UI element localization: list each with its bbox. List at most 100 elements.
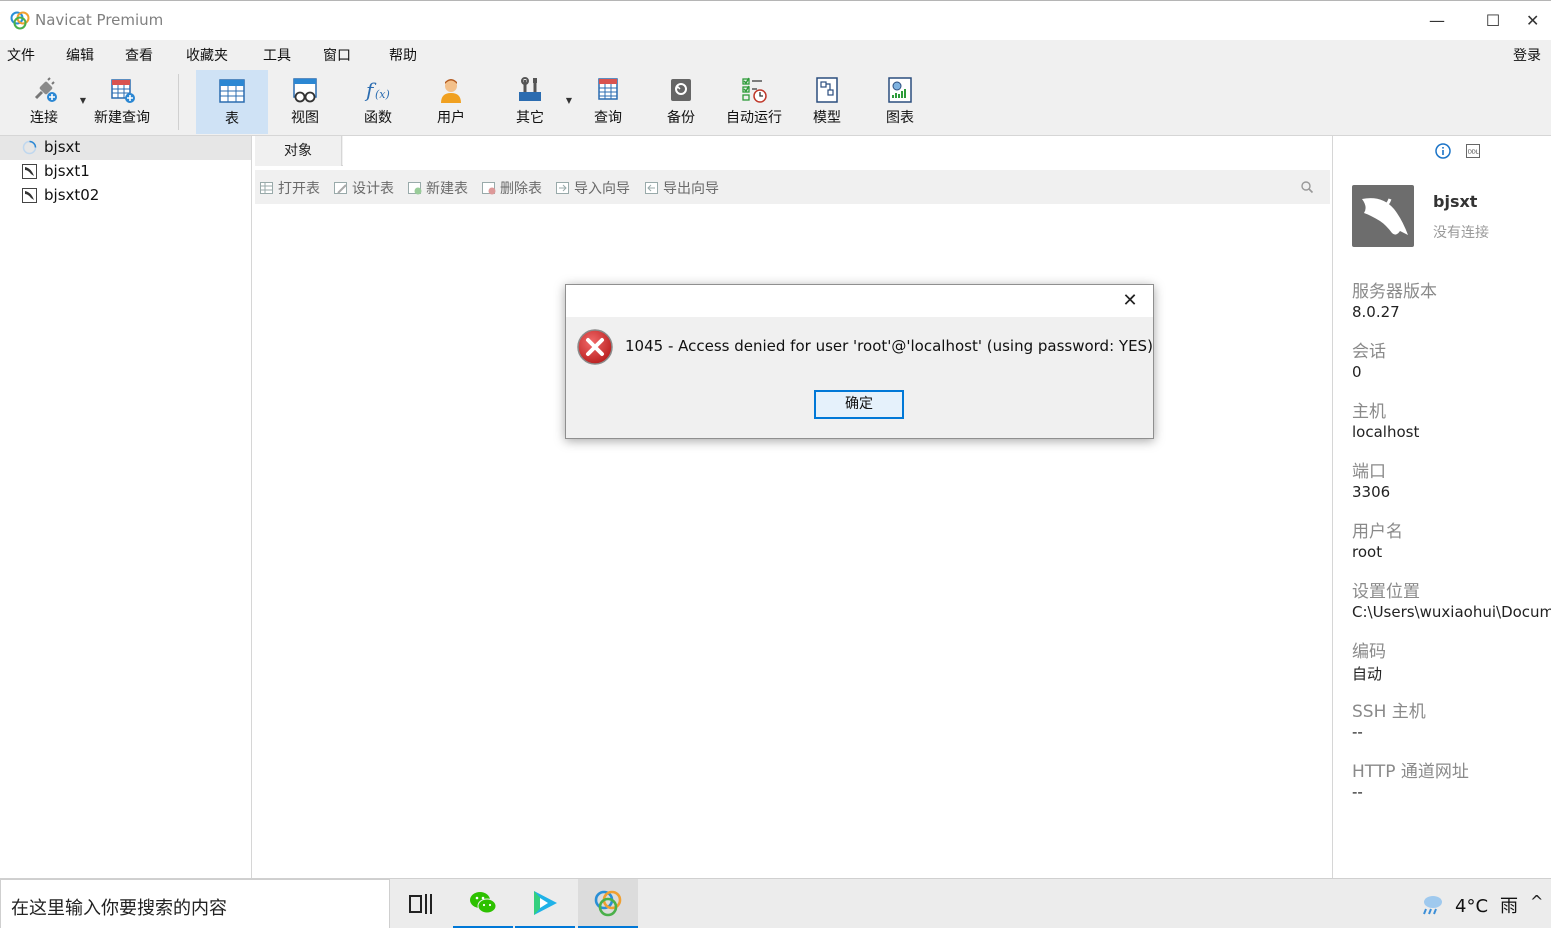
table-label: 表 — [225, 111, 239, 127]
info-field-key: SSH 主机 — [1352, 702, 1426, 722]
user-label: 用户 — [437, 110, 465, 126]
table-button[interactable]: 表 — [196, 70, 268, 134]
info-field-port: 端口 3306 — [1352, 457, 1551, 501]
export-wizard-button[interactable]: 导出向导 — [645, 178, 719, 198]
menu-window[interactable]: 窗口 — [323, 45, 351, 65]
menu-view[interactable]: 查看 — [125, 45, 153, 65]
tab-objects[interactable]: 对象 — [255, 136, 342, 166]
rain-cloud-icon[interactable] — [1419, 892, 1445, 918]
function-fx-icon: f (x) — [364, 78, 390, 102]
export-icon — [645, 182, 658, 194]
window-title: Navicat Premium — [35, 11, 164, 29]
tree-item-bjsxt[interactable]: bjsxt — [0, 136, 251, 160]
weather-temperature: 4°C — [1455, 896, 1489, 917]
ok-button[interactable]: 确定 — [814, 390, 904, 419]
open-table-icon — [260, 182, 273, 194]
close-window-button[interactable]: ✕ — [1526, 7, 1551, 35]
minimize-button[interactable]: — — [1414, 7, 1460, 35]
taskbar-app-wechat[interactable] — [453, 879, 513, 928]
backup-button[interactable]: 备份 — [651, 70, 711, 134]
new-query-label: 新建查询 — [94, 110, 150, 126]
menu-file[interactable]: 文件 — [7, 45, 35, 65]
user-button[interactable]: 用户 — [421, 70, 481, 134]
info-field-http-tunnel-url: HTTP 通道网址 -- — [1352, 757, 1551, 801]
taskbar-search-box[interactable]: 在这里输入你要搜索的内容 — [0, 879, 390, 928]
design-table-icon — [334, 182, 347, 194]
import-wizard-button[interactable]: 导入向导 — [556, 178, 630, 198]
automation-checklist-icon — [742, 77, 767, 103]
menu-tools[interactable]: 工具 — [263, 45, 291, 65]
tree-item-bjsxt1[interactable]: bjsxt1 — [0, 160, 251, 184]
automation-label: 自动运行 — [726, 110, 782, 126]
info-field-username: 用户名 root — [1352, 517, 1551, 561]
new-query-button[interactable]: 新建查询 — [88, 70, 156, 134]
window-titlebar: Navicat Premium — ☐ ✕ — [0, 0, 1551, 40]
weather-widget[interactable]: 4°C 雨 — [1455, 892, 1518, 918]
chevron-down-icon[interactable]: ▼ — [80, 96, 86, 105]
function-button[interactable]: f (x) 函数 — [348, 70, 408, 134]
show-hidden-icons-button[interactable]: ^ — [1530, 892, 1543, 911]
info-icon[interactable] — [1435, 143, 1451, 159]
info-field-key: 会话 — [1352, 342, 1386, 362]
taskbar-app-video-player[interactable] — [515, 879, 575, 928]
menu-help[interactable]: 帮助 — [389, 45, 417, 65]
tools-icon — [519, 77, 541, 101]
delete-table-icon — [482, 182, 496, 195]
other-button[interactable]: 其它 ▼ — [500, 70, 572, 134]
info-field-value: localhost — [1352, 423, 1420, 441]
info-field-value: 8.0.27 — [1352, 303, 1400, 321]
search-icon[interactable] — [1300, 180, 1314, 194]
menu-edit[interactable]: 编辑 — [66, 45, 94, 65]
login-link[interactable]: 登录 — [1513, 45, 1541, 65]
other-label: 其它 — [516, 110, 544, 126]
connect-label: 连接 — [30, 110, 58, 126]
design-table-button[interactable]: 设计表 — [334, 178, 394, 198]
tree-item-bjsxt02[interactable]: bjsxt02 — [0, 184, 251, 208]
dialog-close-button[interactable]: ✕ — [1119, 291, 1141, 313]
view-button[interactable]: 视图 — [275, 70, 335, 134]
info-field-key: 设置位置 — [1352, 582, 1420, 602]
model-button[interactable]: 模型 — [797, 70, 857, 134]
connection-name: bjsxt — [1433, 192, 1478, 211]
taskbar-app-navicat[interactable] — [578, 879, 638, 928]
info-field-value: root — [1352, 543, 1383, 561]
windows-taskbar: 在这里输入你要搜索的内容 4°C 雨 ^ — [0, 878, 1551, 928]
table-icon — [219, 79, 245, 103]
model-label: 模型 — [813, 110, 841, 126]
info-field-settings-location: 设置位置 C:\Users\wuxiaohui\Docume — [1352, 577, 1551, 621]
tab-bar: 对象 — [255, 136, 1330, 166]
connection-status: 没有连接 — [1433, 225, 1489, 241]
model-icon — [816, 77, 838, 103]
menu-bar: 文件 编辑 查看 收藏夹 工具 窗口 帮助 登录 — [0, 40, 1551, 68]
open-table-button[interactable]: 打开表 — [260, 178, 320, 198]
connect-button[interactable]: 连接 ▼ — [14, 70, 86, 134]
tree-item-label: bjsxt1 — [44, 162, 90, 180]
new-table-button[interactable]: 新建表 — [408, 178, 468, 198]
export-wizard-label: 导出向导 — [663, 181, 719, 197]
task-view-icon[interactable] — [405, 891, 435, 917]
backup-icon — [671, 79, 691, 101]
query-button[interactable]: 查询 — [578, 70, 638, 134]
chart-button[interactable]: 图表 — [870, 70, 930, 134]
info-field-value: -- — [1352, 723, 1363, 741]
menu-favorites[interactable]: 收藏夹 — [186, 45, 228, 65]
chart-label: 图表 — [886, 110, 914, 126]
info-field-value: C:\Users\wuxiaohui\Docume — [1352, 603, 1551, 621]
delete-table-label: 删除表 — [500, 181, 542, 197]
info-field-value: 0 — [1352, 363, 1362, 381]
navicat-logo-icon — [10, 11, 30, 30]
chevron-down-icon[interactable]: ▼ — [566, 96, 572, 105]
info-field-host: 主机 localhost — [1352, 397, 1551, 441]
svg-text:(x): (x) — [375, 88, 390, 101]
info-field-key: 用户名 — [1352, 522, 1403, 542]
plug-icon — [34, 77, 57, 102]
maximize-button[interactable]: ☐ — [1470, 7, 1516, 35]
automation-button[interactable]: 自动运行 — [722, 70, 786, 134]
dialog-titlebar: ✕ — [566, 285, 1153, 317]
delete-table-button[interactable]: 删除表 — [482, 178, 542, 198]
navicat-logo-icon — [594, 890, 622, 917]
ddl-icon[interactable]: DDL — [1466, 144, 1480, 158]
dolphin-icon — [1362, 198, 1408, 235]
tree-item-label: bjsxt — [44, 138, 81, 156]
import-wizard-label: 导入向导 — [574, 181, 630, 197]
